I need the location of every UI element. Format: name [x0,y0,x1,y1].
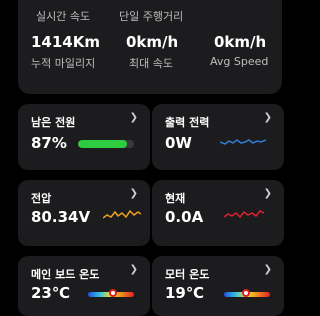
battery-bar-fill [78,140,127,148]
motor-temp-indicator [242,289,250,297]
motor-temp-card[interactable]: 모터 온도 ❯ 19℃ [152,256,284,316]
trip-stats-card: 실시간 속도 단일 주행거리 1414Km 누적 마일리지 0km/h 최대 속… [18,0,282,94]
motor-temp-value: 19℃ [165,284,205,302]
current-title: 현재 [165,192,186,205]
max-speed-value: 0km/h [126,33,179,51]
battery-card[interactable]: 남은 전원 ❯ 87% [18,104,150,170]
avg-speed-value: 0km/h [214,33,267,51]
chevron-right-icon: ❯ [129,264,138,275]
voltage-card[interactable]: 전압 ❯ 80.34V [18,180,150,246]
output-power-title: 출력 전력 [165,116,210,129]
mainboard-temp-card[interactable]: 메인 보드 온도 ❯ 23℃ [18,256,150,316]
motor-temp-title: 모터 온도 [165,268,210,281]
current-card[interactable]: 현재 ❯ 0.0A [152,180,284,246]
output-power-card[interactable]: 출력 전력 ❯ 0W [152,104,284,170]
battery-value: 87% [31,134,67,152]
mainboard-temp-title: 메인 보드 온도 [31,268,100,281]
avg-speed-label: Avg Speed [210,55,269,68]
chevron-right-icon: ❯ [263,188,272,199]
voltage-title: 전압 [31,192,52,205]
total-mileage-label: 누적 마일리지 [31,57,96,70]
voltage-value: 80.34V [31,208,91,226]
chevron-right-icon: ❯ [129,188,138,199]
chevron-right-icon: ❯ [129,112,138,123]
battery-bar-track [78,140,134,148]
output-power-value: 0W [165,134,192,152]
output-power-sparkline [220,139,266,145]
mainboard-temp-value: 23℃ [31,284,71,302]
total-mileage-value: 1414Km [31,33,101,51]
realtime-speed-label: 실시간 속도 [36,10,91,23]
voltage-sparkline [103,209,141,219]
current-value: 0.0A [165,208,204,226]
current-sparkline [224,210,264,219]
single-trip-label: 단일 주행거리 [119,10,184,23]
max-speed-label: 최대 속도 [129,57,173,70]
chevron-right-icon: ❯ [263,264,272,275]
mainboard-temp-indicator [109,289,117,297]
chevron-right-icon: ❯ [263,112,272,123]
battery-title: 남은 전원 [31,116,76,129]
